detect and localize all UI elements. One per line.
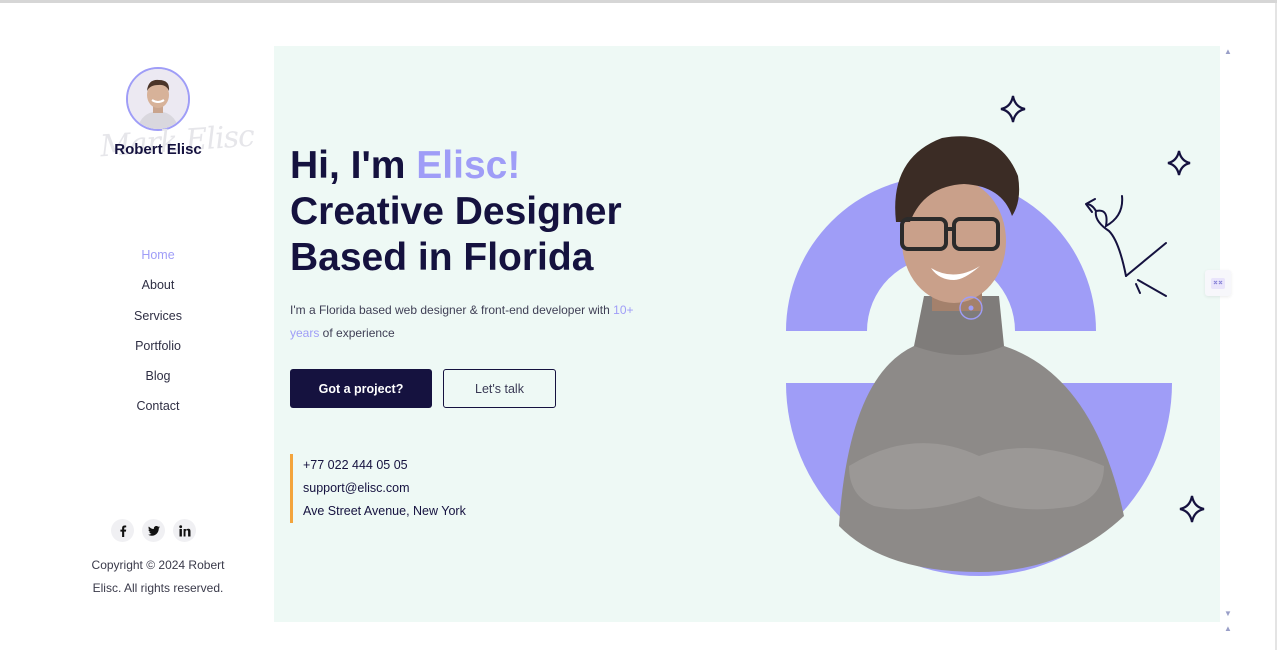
sidebar: Mark Elisc Robert Elisc Home About Servi…: [40, 46, 276, 622]
description-tail: of experience: [319, 326, 395, 340]
main-nav: Home About Services Portfolio Blog Conta…: [40, 245, 276, 427]
contact-info: +77 022 444 05 05 support@elisc.com Ave …: [290, 454, 466, 523]
contact-email: support@elisc.com: [303, 481, 410, 495]
nav-item-home[interactable]: Home: [40, 245, 276, 275]
doodle-lines-icon: [1125, 242, 1167, 297]
facebook-icon[interactable]: [111, 519, 134, 542]
sparkle-icon: [1167, 150, 1191, 176]
scroll-up-arrow-icon[interactable]: ▲: [1224, 47, 1232, 56]
nav-item-services[interactable]: Services: [40, 306, 276, 336]
heading-greeting: Hi, I'm: [290, 144, 417, 187]
contact-address: Ave Street Avenue, New York: [303, 504, 466, 518]
contact-phone: +77 022 444 05 05: [303, 458, 408, 472]
sparkle-icon: [1179, 495, 1205, 523]
window-top-border: [0, 0, 1277, 3]
heading-line-3: Based in Florida: [290, 236, 594, 279]
heading-name-accent: Elisc!: [416, 144, 521, 187]
lets-talk-button[interactable]: Let's talk: [443, 369, 556, 408]
got-a-project-button[interactable]: Got a project?: [290, 369, 432, 408]
hero-description: I'm a Florida based web designer & front…: [290, 299, 660, 345]
nav-item-blog[interactable]: Blog: [40, 366, 276, 396]
scroll-up-arrow-icon[interactable]: ▲: [1224, 624, 1232, 633]
nav-item-portfolio[interactable]: Portfolio: [40, 336, 276, 366]
twitter-icon[interactable]: [142, 519, 165, 542]
nav-item-contact[interactable]: Contact: [40, 396, 276, 426]
description-text: I'm a Florida based web designer & front…: [290, 303, 614, 317]
profile-name: Robert Elisc: [114, 141, 202, 158]
sparkle-icon: [1000, 95, 1026, 123]
hero-section: Hi, I'm Elisc! Creative Designer Based i…: [274, 46, 1220, 622]
hero-heading: Hi, I'm Elisc! Creative Designer Based i…: [290, 143, 710, 281]
heading-line-2: Creative Designer: [290, 190, 622, 233]
linkedin-icon[interactable]: [173, 519, 196, 542]
avatar: [126, 67, 190, 131]
floating-widget-icon[interactable]: [1205, 270, 1231, 296]
social-links: [111, 519, 196, 542]
doodle-arrow-icon: [1085, 195, 1127, 277]
copyright-text: Copyright © 2024 Robert Elisc. All right…: [91, 558, 225, 595]
scroll-down-arrow-icon[interactable]: ▼: [1224, 609, 1232, 618]
nav-item-about[interactable]: About: [40, 275, 276, 305]
